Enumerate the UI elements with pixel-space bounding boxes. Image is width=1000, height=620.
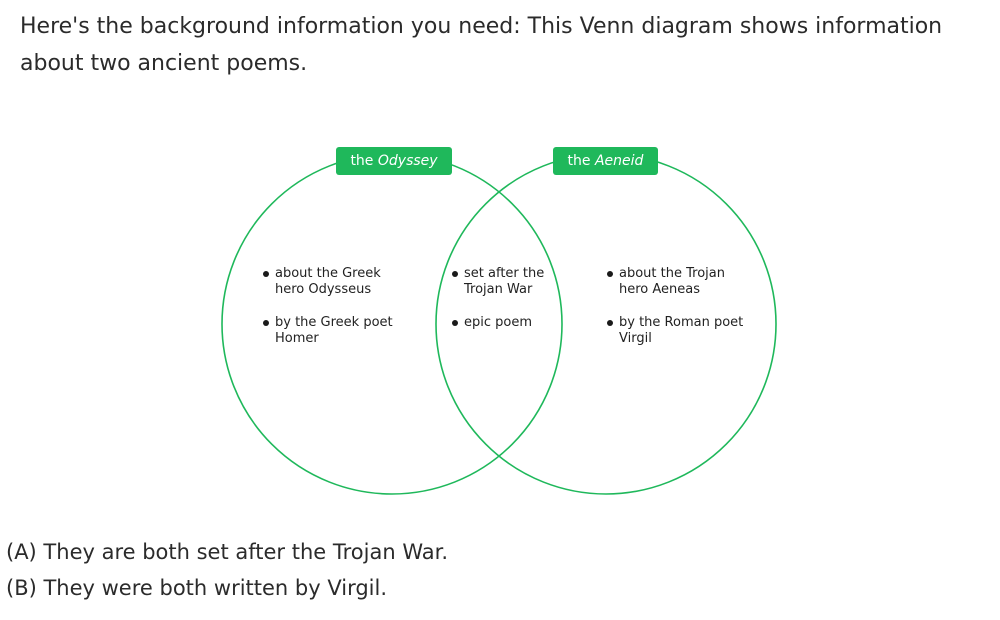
choice-b[interactable]: (B) They were both written by Virgil. bbox=[6, 573, 387, 603]
list-item: by the Greek poet Homer bbox=[262, 315, 402, 347]
odyssey-label-prefix: the bbox=[350, 153, 378, 169]
list-item: by the Roman poet Virgil bbox=[606, 315, 746, 347]
odyssey-label: the Odyssey bbox=[336, 147, 452, 175]
list-item: about the Greek hero Odysseus bbox=[262, 266, 402, 298]
aeneid-label: the Aeneid bbox=[553, 147, 658, 175]
aeneid-only-list: about the Trojan hero Aeneas by the Roma… bbox=[606, 266, 746, 364]
choice-a[interactable]: (A) They are both set after the Trojan W… bbox=[6, 537, 448, 567]
shared-list: set after the Trojan War epic poem bbox=[451, 266, 563, 348]
list-item: set after the Trojan War bbox=[451, 266, 563, 298]
list-item: about the Trojan hero Aeneas bbox=[606, 266, 746, 298]
odyssey-label-title: Odyssey bbox=[377, 153, 438, 169]
aeneid-label-title: Aeneid bbox=[594, 153, 644, 169]
list-item: epic poem bbox=[451, 315, 563, 331]
odyssey-only-list: about the Greek hero Odysseus by the Gre… bbox=[262, 266, 402, 364]
aeneid-label-prefix: the bbox=[567, 153, 595, 169]
